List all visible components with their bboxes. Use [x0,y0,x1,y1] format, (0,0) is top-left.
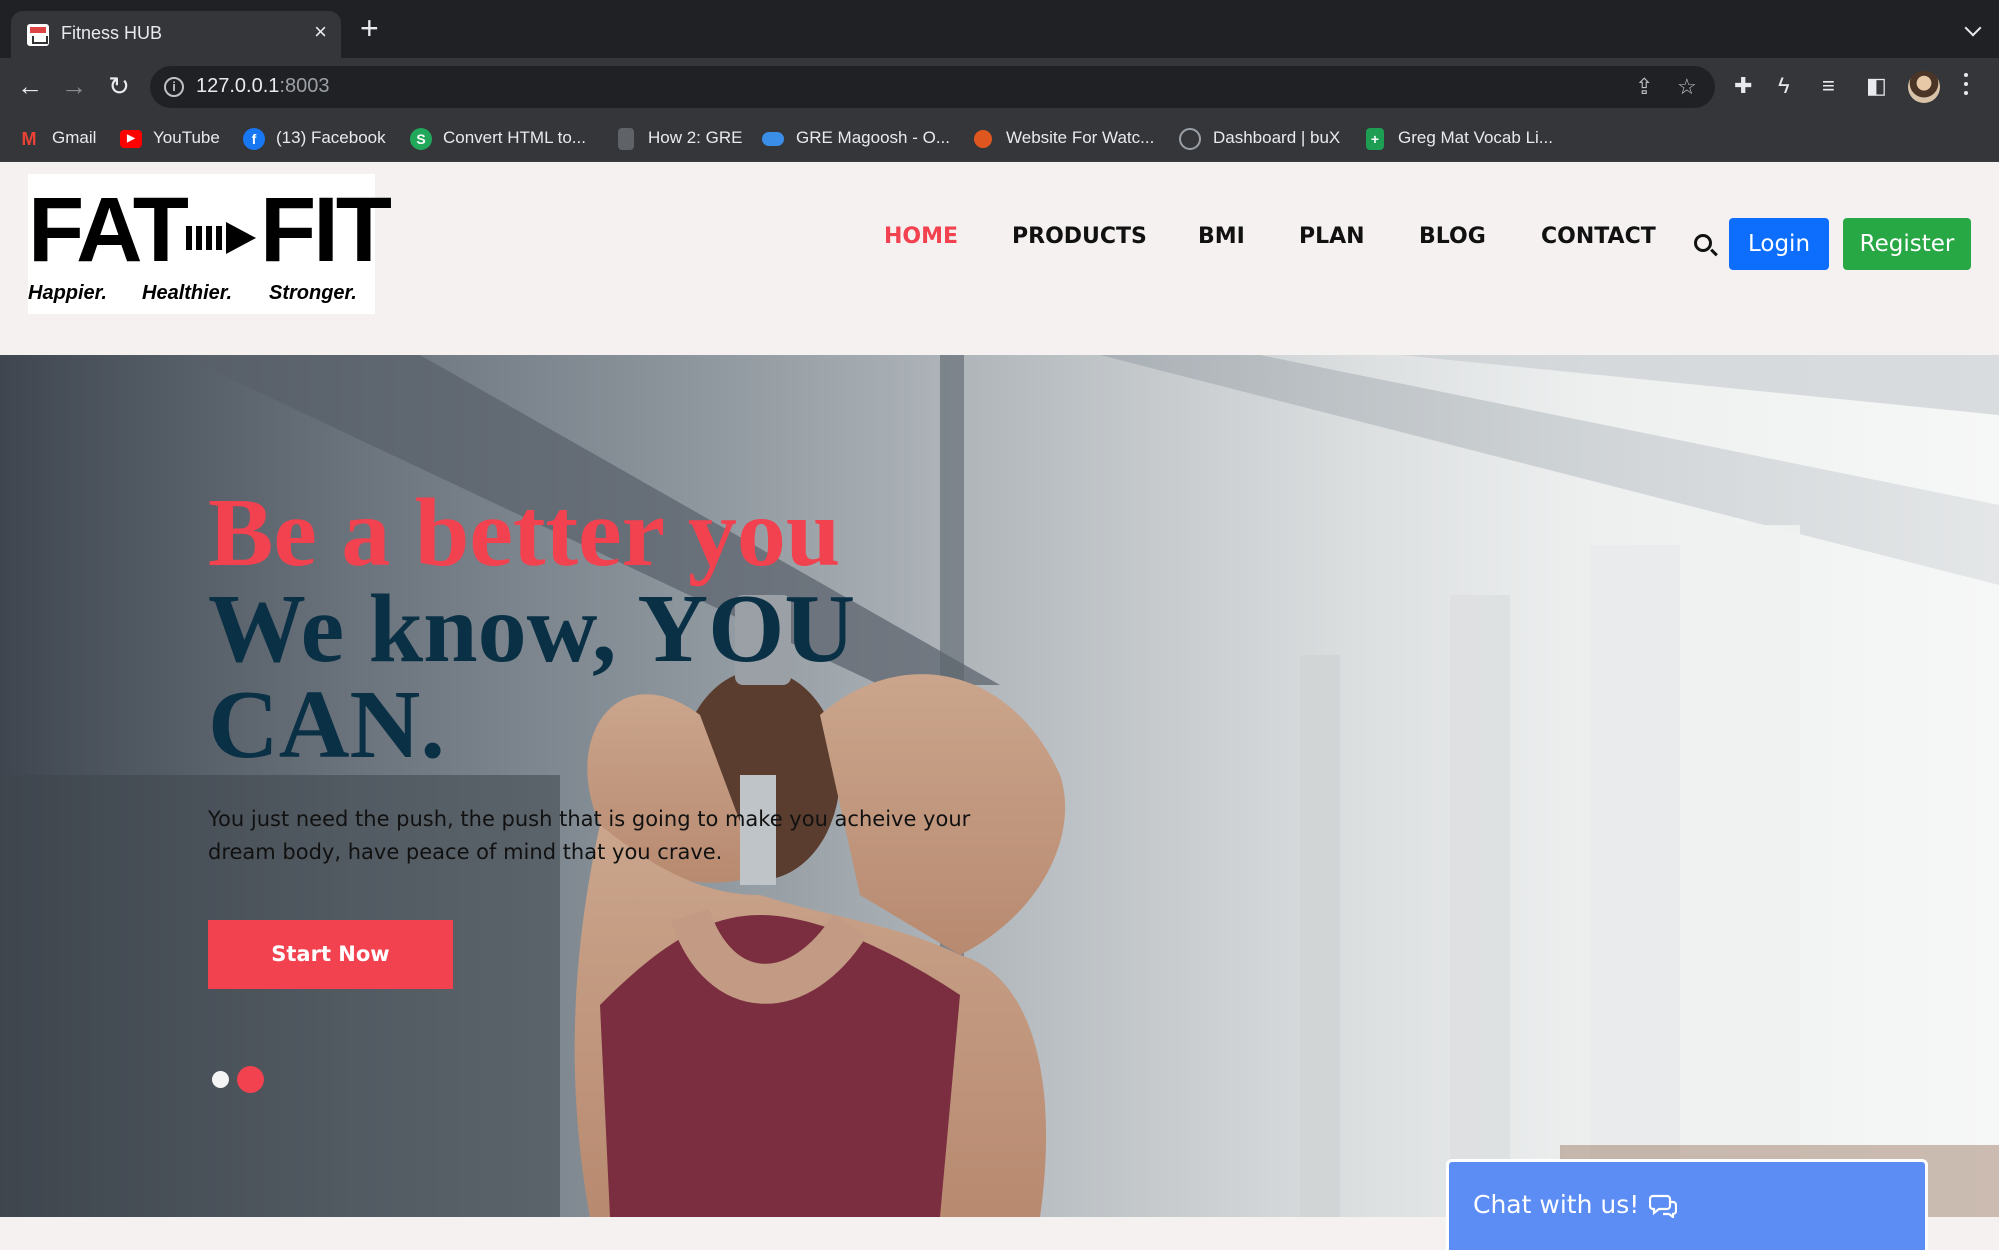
bookmark-youtube[interactable]: YouTube [153,128,220,148]
site-info-icon[interactable]: i [164,77,184,97]
convert-html-icon: S [410,128,432,150]
bookmark-gmail[interactable]: Gmail [52,128,96,148]
hero-banner: Be a better you We know, YOU CAN. You ju… [0,355,1999,1217]
logo-arrow-icon [186,222,256,254]
gmail-icon: M [21,129,37,149]
bookmark-gre-magoosh[interactable]: GRE Magoosh - O... [796,128,950,148]
logo-tagline-stronger: Stronger. [269,282,357,304]
carousel-indicator-1[interactable] [212,1071,229,1088]
bookmark-star-icon[interactable]: ☆ [1677,74,1697,100]
close-tab-icon[interactable]: × [314,19,327,45]
nav-products[interactable]: PRODUCTS [1012,224,1147,249]
register-button[interactable]: Register [1843,218,1971,270]
hero-heading-line3: CAN. [208,671,445,779]
back-arrow-icon[interactable]: ← [15,72,45,100]
login-button[interactable]: Login [1729,218,1829,270]
tab-title: Fitness HUB [61,23,163,43]
bookmark-convert-html[interactable]: Convert HTML to... [443,128,586,148]
facebook-icon: f [243,128,265,150]
youtube-icon: ▶ [120,130,142,148]
site-favicon-icon [27,24,49,46]
share-icon[interactable]: ⇪ [1635,74,1653,100]
nav-blog[interactable]: BLOG [1419,224,1486,249]
reload-icon[interactable]: ↻ [104,72,134,100]
forward-arrow-icon[interactable]: → [59,72,89,100]
bookmark-website-watch[interactable]: Website For Watc... [1006,128,1154,148]
reading-list-icon[interactable]: ≡ [1822,74,1835,98]
nav-plan[interactable]: PLAN [1299,224,1365,249]
sheets-icon: + [1366,128,1384,150]
start-now-button[interactable]: Start Now [208,920,453,989]
cloud-icon [762,132,784,146]
website-icon [974,130,992,148]
bookmarks-bar: M Gmail ▶ YouTube f (13) Facebook S Conv… [0,116,1999,162]
extensions-puzzle-icon[interactable]: ✚ [1734,74,1752,98]
carousel-indicator-2[interactable] [237,1066,264,1093]
hero-heading-line1: Be a better you [208,479,841,587]
nav-contact[interactable]: CONTACT [1541,224,1656,249]
chevron-down-icon[interactable] [1964,19,1982,37]
bookmark-facebook[interactable]: (13) Facebook [276,128,386,148]
chat-label: Chat with us! [1473,1190,1640,1219]
document-icon [618,128,634,150]
new-tab-icon[interactable]: + [360,12,379,44]
side-panel-icon[interactable]: ◧ [1866,74,1887,98]
dashboard-icon [1179,128,1201,150]
address-bar[interactable]: i 127.0.0.1:8003 ⇪ ☆ [150,66,1715,108]
search-icon[interactable] [1694,234,1712,252]
extension-bolt-icon[interactable]: ϟ [1778,74,1790,98]
chat-widget-button[interactable]: Chat with us! [1446,1159,1928,1250]
browser-toolbar: ← → ↻ i 127.0.0.1:8003 ⇪ ☆ ✚ ϟ ≡ ◧ [0,58,1999,116]
hero-heading-line2: We know, YOU [208,575,856,683]
logo-tagline-happier: Happier. [28,282,107,304]
site-logo[interactable]: FAT FIT Happier. Healthier. Stronger. [28,174,392,314]
bookmark-gregmat-vocab[interactable]: Greg Mat Vocab Li... [1398,128,1553,148]
hero-subtitle: You just need the push, the push that is… [208,807,971,864]
bookmark-how2gre[interactable]: How 2: GRE [648,128,742,148]
logo-word-fit: FIT [260,179,392,281]
nav-bmi[interactable]: BMI [1198,224,1245,249]
web-page: FAT FIT Happier. Healthier. Stronger. HO… [0,162,1999,1250]
logo-tagline-healthier: Healthier. [142,282,233,304]
nav-home[interactable]: HOME [884,224,958,249]
browser-tabstrip: Fitness HUB × + [0,0,1999,58]
logo-word-fat: FAT [28,179,189,281]
bookmark-dashboard-bux[interactable]: Dashboard | buX [1213,128,1340,148]
chat-bubbles-icon [1649,1194,1677,1218]
profile-avatar[interactable] [1908,71,1940,103]
browser-menu-icon[interactable] [1964,73,1968,99]
url-text[interactable]: 127.0.0.1:8003 [196,75,329,98]
browser-tab[interactable]: Fitness HUB × [11,11,341,58]
